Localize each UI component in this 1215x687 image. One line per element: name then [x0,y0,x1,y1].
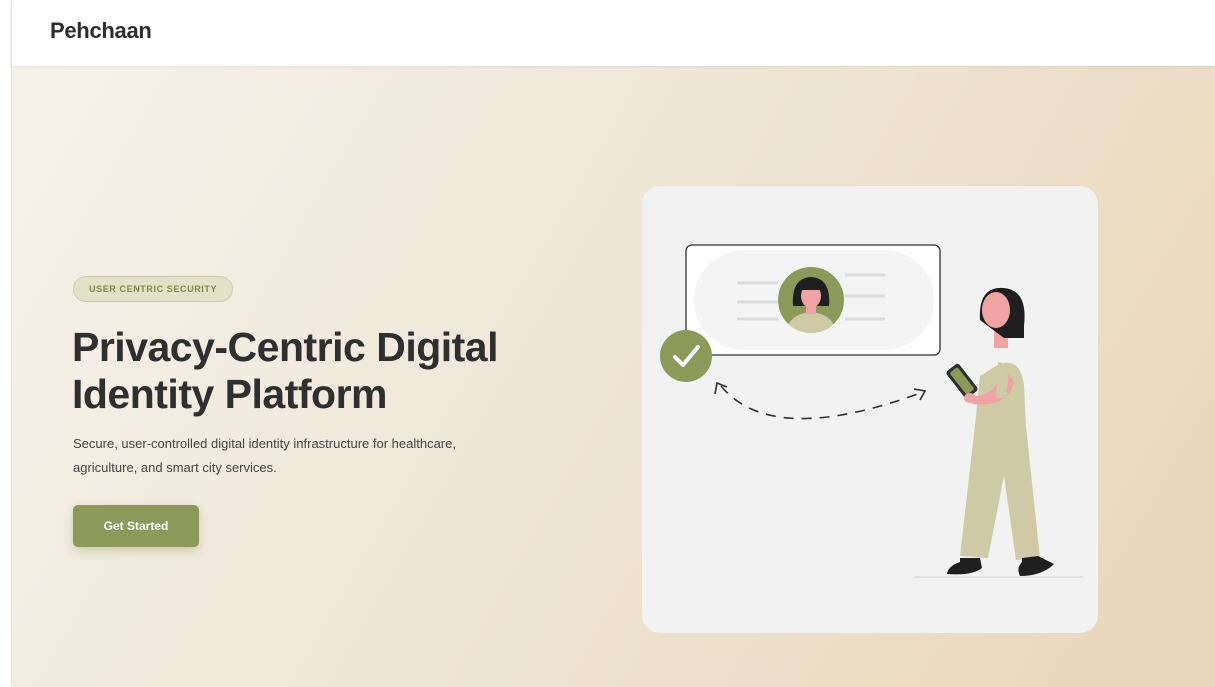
identity-illustration [660,244,1083,578]
phone-icon [946,363,978,399]
check-circle-icon [660,330,712,382]
person-figure [946,287,1054,576]
security-badge: USER CENTRIC SECURITY [73,276,234,302]
brand-logo[interactable]: Pehchaan [50,18,152,44]
hero-subtitle: Secure, user-controlled digital identity… [73,436,456,475]
transfer-arrow [714,381,927,420]
browser-frame: Pehchaan USER CENTRIC SECURITY Privacy-C… [12,0,1215,687]
get-started-button[interactable]: Get Started [73,505,199,547]
hero-section: USER CENTRIC SECURITY Privacy-Centric Di… [12,66,1215,687]
navbar: Pehchaan [12,0,1215,66]
illustration-card [642,186,1098,633]
hero-title: Privacy-Centric Digital Identity Platfor… [72,324,499,417]
